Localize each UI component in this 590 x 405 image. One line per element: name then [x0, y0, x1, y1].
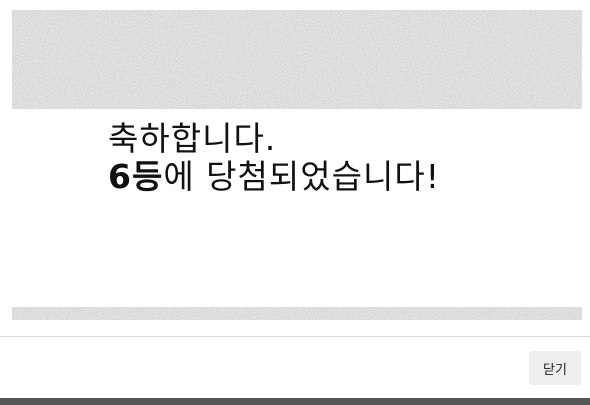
- prize-rank-line: 6등에 당첨되었습니다!: [108, 158, 440, 196]
- prize-message: 에 당첨되었습니다!: [163, 157, 440, 196]
- footer-divider: [0, 336, 590, 337]
- congratulations-text: 축하합니다.: [108, 119, 277, 158]
- scratch-card[interactable]: 축하합니다. 6등에 당첨되었습니다!: [12, 10, 582, 320]
- lottery-result-modal: 축하합니다. 6등에 당첨되었습니다! 닫기: [0, 0, 590, 405]
- bottom-bar: [0, 398, 590, 405]
- prize-result-text: 축하합니다. 6등에 당첨되었습니다!: [108, 120, 440, 196]
- prize-rank: 6등: [108, 157, 164, 196]
- close-button[interactable]: 닫기: [529, 351, 581, 385]
